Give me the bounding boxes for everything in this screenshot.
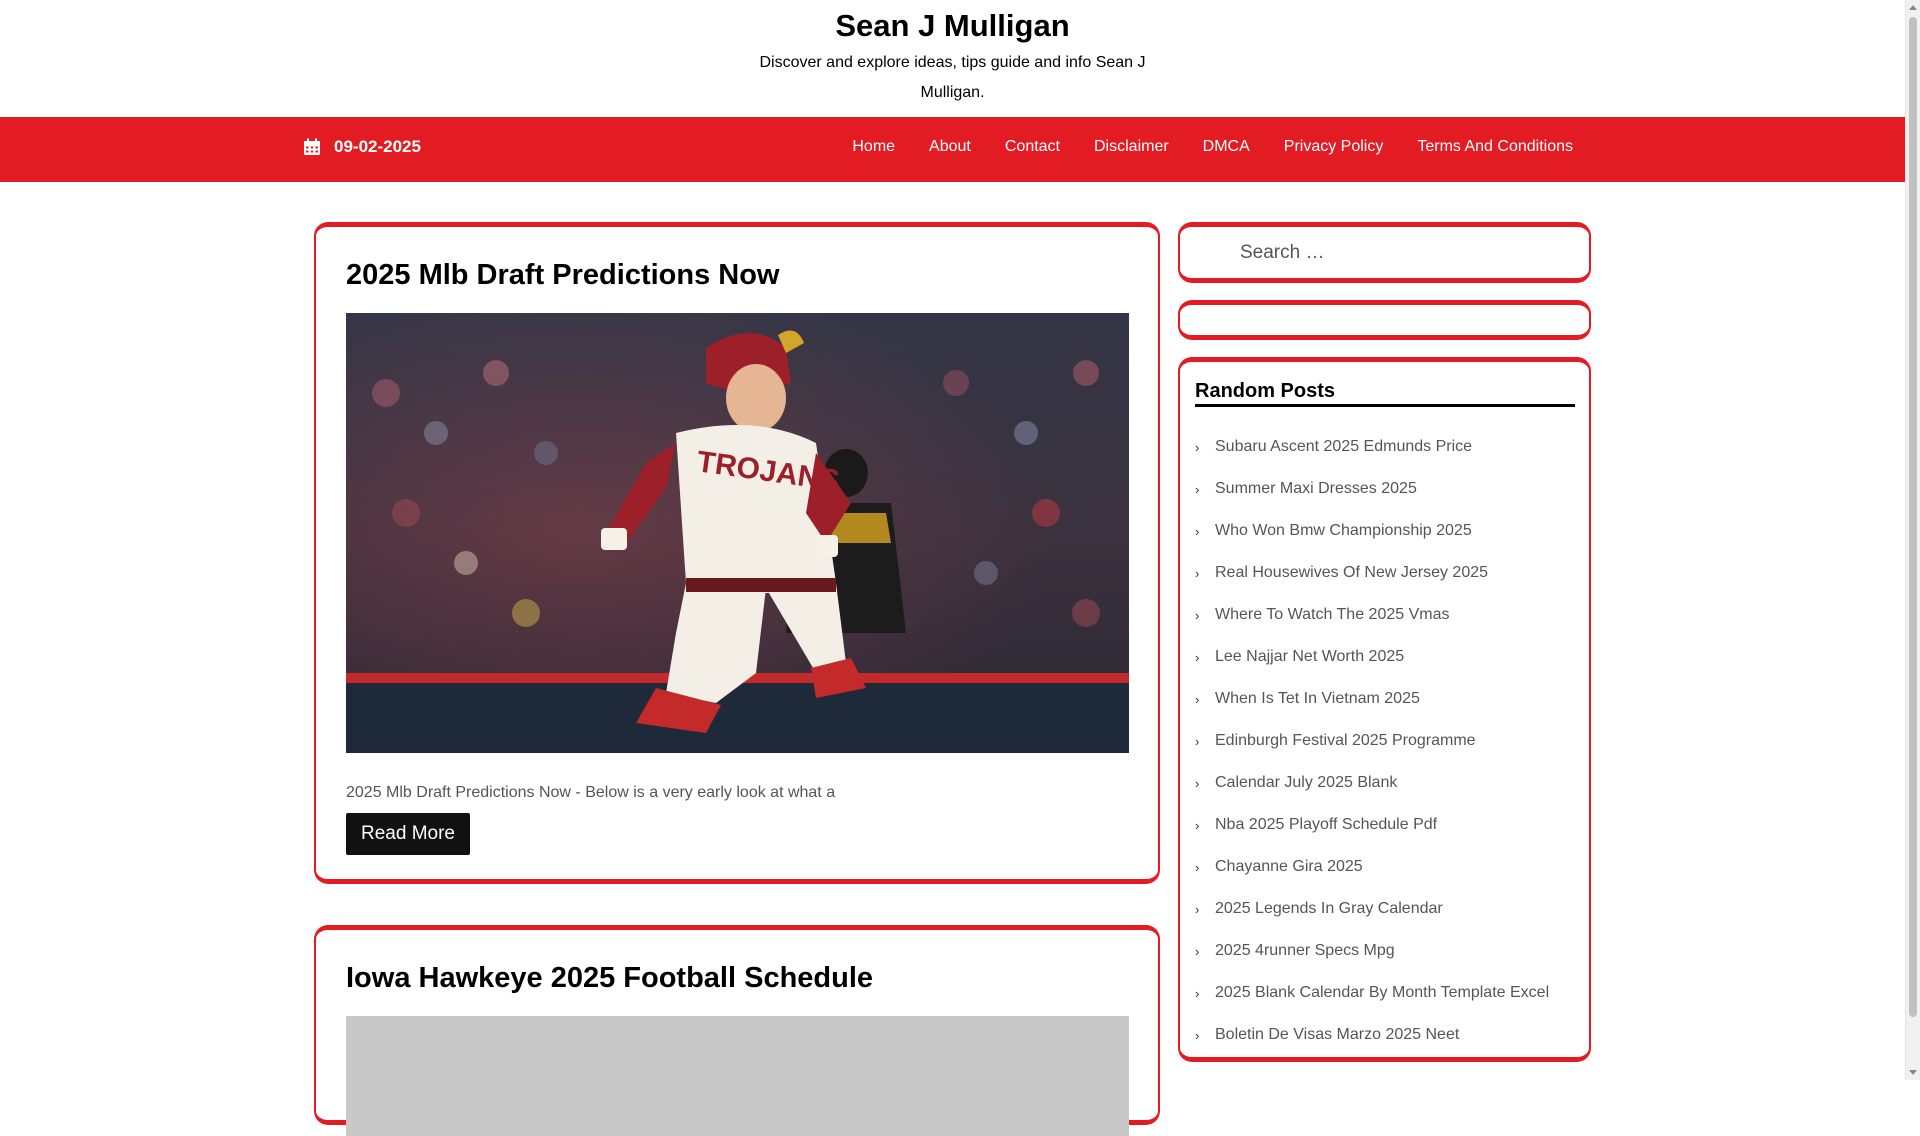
calendar-icon: [303, 138, 321, 156]
list-item-label[interactable]: Who Won Bmw Championship 2025: [1215, 522, 1472, 540]
scrollbar-thumb[interactable]: [1909, 17, 1917, 1017]
chevron-right-icon: ›: [1195, 901, 1200, 917]
list-item[interactable]: › Chayanne Gira 2025: [1195, 846, 1575, 888]
list-item-label[interactable]: Where To Watch The 2025 Vmas: [1215, 606, 1449, 624]
chevron-right-icon: ›: [1195, 943, 1200, 959]
date-text: 09-02-2025: [334, 137, 421, 156]
post-excerpt: 2025 Mlb Draft Predictions Now - Below i…: [346, 784, 836, 801]
nav-menu: Home About Contact Disclaimer DMCA Priva…: [835, 117, 1573, 182]
chevron-right-icon: ›: [1195, 481, 1200, 497]
chevron-right-icon: ›: [1195, 733, 1200, 749]
chevron-right-icon: ›: [1195, 649, 1200, 665]
nav-item-about[interactable]: About: [912, 137, 988, 157]
list-item-label[interactable]: Subaru Ascent 2025 Edmunds Price: [1215, 438, 1472, 456]
list-item[interactable]: › Real Housewives Of New Jersey 2025: [1195, 552, 1575, 594]
list-item[interactable]: › Boletin De Visas Marzo 2025 Neet: [1195, 1014, 1575, 1056]
random-posts-widget: Random Posts › Subaru Ascent 2025 Edmunds…: [1178, 357, 1591, 1062]
post-title[interactable]: Iowa Hawkeye 2025 Football Schedule: [346, 960, 873, 996]
search-widget: [1178, 222, 1591, 283]
list-item-label[interactable]: Summer Maxi Dresses 2025: [1215, 480, 1417, 498]
list-item[interactable]: › Who Won Bmw Championship 2025: [1195, 510, 1575, 552]
list-item-label[interactable]: 2025 4runner Specs Mpg: [1215, 942, 1395, 960]
date-display: 09-02-2025: [303, 137, 421, 157]
scroll-down-arrow-icon[interactable]: [1909, 1070, 1917, 1075]
chevron-right-icon: ›: [1195, 565, 1200, 581]
list-item-label[interactable]: Edinburgh Festival 2025 Programme: [1215, 732, 1476, 750]
list-item[interactable]: › When Is Tet In Vietnam 2025: [1195, 678, 1575, 720]
list-item-label[interactable]: Calendar July 2025 Blank: [1215, 774, 1397, 792]
list-item[interactable]: › 2025 Legends In Gray Calendar: [1195, 888, 1575, 930]
site-tagline: Discover and explore ideas, tips guide a…: [759, 54, 1146, 101]
post-featured-image[interactable]: [346, 1016, 1129, 1136]
post-card: 2025 Mlb Draft Predictions Now TROJANS 2…: [314, 222, 1160, 884]
list-item-label[interactable]: 2025 Blank Calendar By Month Template Ex…: [1215, 984, 1549, 1002]
chevron-right-icon: ›: [1195, 523, 1200, 539]
nav-item-privacy-policy[interactable]: Privacy Policy: [1267, 137, 1401, 157]
list-item[interactable]: › Calendar July 2025 Blank: [1195, 762, 1575, 804]
chevron-right-icon: ›: [1195, 1027, 1200, 1043]
chevron-right-icon: ›: [1195, 985, 1200, 1001]
list-item-label[interactable]: Boletin De Visas Marzo 2025 Neet: [1215, 1026, 1459, 1044]
nav-item-dmca[interactable]: DMCA: [1186, 137, 1267, 157]
page-scrollbar[interactable]: [1905, 0, 1920, 1080]
list-item[interactable]: › Subaru Ascent 2025 Edmunds Price: [1195, 426, 1575, 468]
chevron-right-icon: ›: [1195, 439, 1200, 455]
list-item[interactable]: › 2025 4runner Specs Mpg: [1195, 930, 1575, 972]
nav-item-terms[interactable]: Terms And Conditions: [1400, 137, 1573, 157]
post-featured-image[interactable]: TROJANS: [346, 313, 1129, 753]
list-item[interactable]: › 2025 Blank Calendar By Month Template E…: [1195, 972, 1575, 1014]
random-posts-list: › Subaru Ascent 2025 Edmunds Price › Summe…: [1195, 426, 1575, 1056]
main-nav-bar: 09-02-2025 Home About Contact Disclaimer…: [0, 117, 1905, 182]
list-item-label[interactable]: Real Housewives Of New Jersey 2025: [1215, 564, 1488, 582]
site-header: Sean J Mulligan Discover and explore ide…: [0, 0, 1905, 117]
list-item[interactable]: › Lee Najjar Net Worth 2025: [1195, 636, 1575, 678]
search-input[interactable]: [1238, 237, 1568, 269]
empty-widget: [1178, 300, 1591, 340]
list-item[interactable]: › Where To Watch The 2025 Vmas: [1195, 594, 1575, 636]
scroll-up-arrow-icon[interactable]: [1909, 5, 1917, 10]
list-item[interactable]: › Nba 2025 Playoff Schedule Pdf: [1195, 804, 1575, 846]
chevron-right-icon: ›: [1195, 607, 1200, 623]
widget-title: Random Posts: [1195, 378, 1575, 407]
read-more-button[interactable]: Read More: [346, 813, 470, 855]
nav-item-home[interactable]: Home: [835, 137, 912, 157]
post-title[interactable]: 2025 Mlb Draft Predictions Now: [346, 257, 780, 293]
list-item-label[interactable]: Chayanne Gira 2025: [1215, 858, 1363, 876]
list-item-label[interactable]: When Is Tet In Vietnam 2025: [1215, 690, 1420, 708]
site-title[interactable]: Sean J Mulligan: [0, 6, 1905, 46]
nav-item-disclaimer[interactable]: Disclaimer: [1077, 137, 1186, 157]
post-card: Iowa Hawkeye 2025 Football Schedule: [314, 925, 1160, 1136]
list-item-label[interactable]: Nba 2025 Playoff Schedule Pdf: [1215, 816, 1437, 834]
list-item-label[interactable]: 2025 Legends In Gray Calendar: [1215, 900, 1443, 918]
chevron-right-icon: ›: [1195, 691, 1200, 707]
list-item[interactable]: › Edinburgh Festival 2025 Programme: [1195, 720, 1575, 762]
nav-item-contact[interactable]: Contact: [988, 137, 1077, 157]
chevron-right-icon: ›: [1195, 817, 1200, 833]
list-item-label[interactable]: Lee Najjar Net Worth 2025: [1215, 648, 1404, 666]
chevron-right-icon: ›: [1195, 859, 1200, 875]
chevron-right-icon: ›: [1195, 775, 1200, 791]
list-item[interactable]: › Summer Maxi Dresses 2025: [1195, 468, 1575, 510]
